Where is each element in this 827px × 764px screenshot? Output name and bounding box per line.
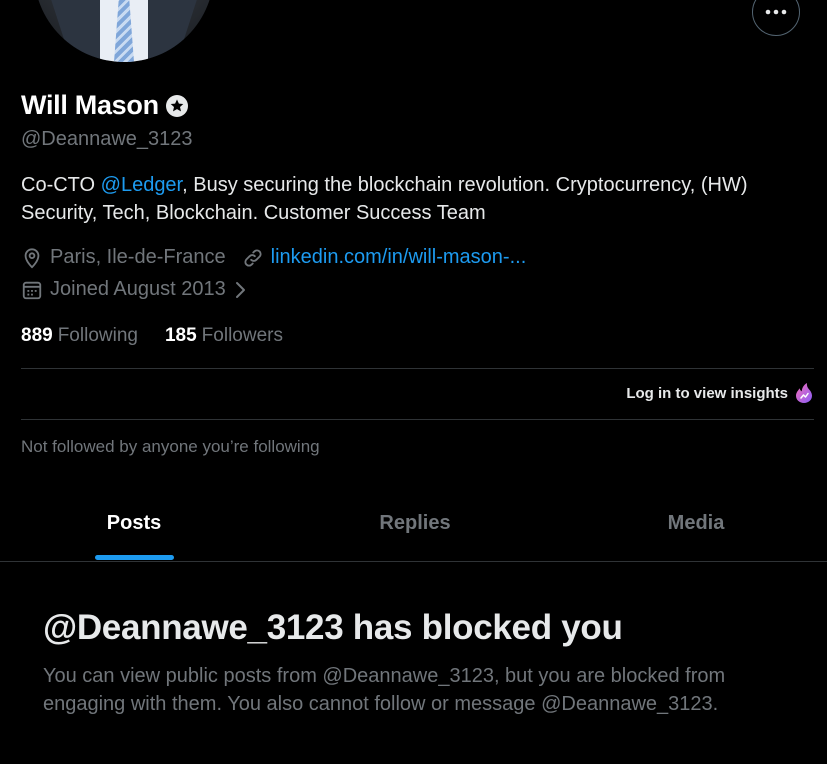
tab-replies[interactable]: Replies [280,496,550,561]
view-insights-link[interactable]: Log in to view insights [626,382,814,404]
website-link[interactable]: linkedin.com/in/will-mason-... [271,246,527,269]
website-item: linkedin.com/in/will-mason-... [242,246,527,269]
followers-label: Followers [201,325,283,346]
more-horizontal-icon [765,9,787,15]
location-item: Paris, Ile-de-France [21,246,226,269]
insights-label: Log in to view insights [626,384,788,402]
joined-row[interactable]: Joined August 2013 [21,278,250,301]
bio-prefix: Co-CTO [21,174,101,196]
calendar-icon [22,281,42,299]
divider [21,419,814,420]
blocked-title: @Deannawe_3123 has blocked you [43,608,623,647]
tab-media-label: Media [667,512,725,534]
name-row: Will Mason [21,90,189,121]
tab-posts-label: Posts [106,512,162,534]
bio-mention-link[interactable]: @Ledger [101,174,182,196]
tab-active-indicator [95,555,174,560]
more-options-button[interactable] [752,0,800,36]
joined-text: Joined August 2013 [50,278,226,300]
verified-badge-icon[interactable] [165,94,189,118]
profile-page: Will Mason @Deannawe_3123 Co-CTO @Ledger… [0,0,827,764]
following-label: Following [57,325,138,346]
followers-count: 185 [164,325,197,346]
tab-replies-label: Replies [379,512,451,534]
profile-name: Will Mason [21,90,159,120]
follow-stats: 889 Following 185 Followers [21,325,310,347]
profile-meta-row: Paris, Ile-de-France linkedin.com/in/wil… [21,246,542,269]
avatar[interactable] [30,0,218,66]
tab-posts[interactable]: Posts [0,496,268,561]
chevron-right-icon [235,281,245,298]
profile-tabs: Posts Replies Media [0,496,827,562]
profile-handle: @Deannawe_3123 [21,128,193,150]
profile-bio: Co-CTO @Ledger, Busy securing the blockc… [21,171,811,227]
following-count: 889 [21,325,53,346]
location-text: Paris, Ile-de-France [50,246,226,268]
blocked-message: You can view public posts from @Deannawe… [43,665,726,715]
location-pin-icon [24,247,40,268]
joined-item[interactable]: Joined August 2013 [21,278,250,301]
divider [21,368,814,369]
tab-media[interactable]: Media [565,496,827,561]
insights-icon [796,383,812,403]
not-followed-text: Not followed by anyone you’re following [21,437,320,456]
followers-stat[interactable]: 185 Followers [165,325,283,347]
link-icon [244,248,262,267]
following-stat[interactable]: 889 Following [21,325,138,347]
